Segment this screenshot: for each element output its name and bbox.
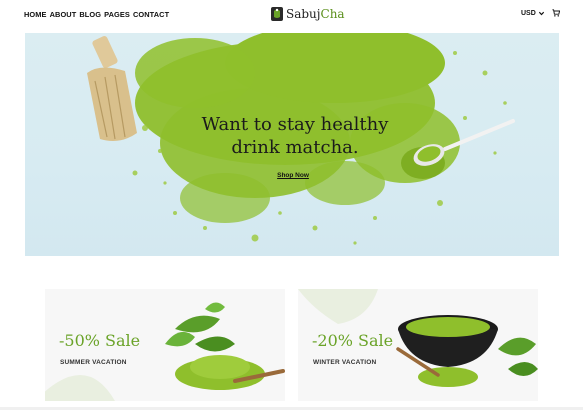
currency-selector[interactable]: USD	[521, 10, 545, 17]
nav-contact[interactable]: CONTACT	[133, 10, 169, 19]
cart-icon[interactable]	[552, 9, 560, 17]
nav-blog[interactable]: BLOG	[79, 10, 101, 19]
logo-text-main: Sabuj	[286, 7, 321, 21]
teapot-logo-icon	[271, 7, 283, 21]
hero-title: Want to stay healthy drink matcha.	[170, 113, 420, 159]
promo-subtitle: SUMMER VACATION	[60, 359, 127, 366]
site-logo[interactable]: SabujCha	[270, 6, 345, 22]
hero-title-line-2: drink matcha.	[231, 137, 359, 158]
nav-pages[interactable]: PAGES	[104, 10, 130, 19]
nav-about[interactable]: ABOUT	[50, 10, 77, 19]
hero-banner: Want to stay healthy drink matcha. Shop …	[25, 33, 559, 256]
main-nav: HOME ABOUT BLOG PAGES CONTACT	[24, 10, 169, 19]
promo-card-summer[interactable]: -50% Sale SUMMER VACATION	[45, 289, 285, 401]
nav-home[interactable]: HOME	[24, 10, 47, 19]
currency-label: USD	[521, 10, 536, 17]
hero-title-line-1: Want to stay healthy	[201, 114, 389, 135]
promo-card-winter[interactable]: -20% Sale WINTER VACATION	[298, 289, 538, 401]
bamboo-whisk-illustration	[87, 36, 137, 141]
chevron-down-icon	[538, 11, 544, 16]
promo-sale-text: -20% Sale	[312, 331, 394, 350]
logo-text: SabujCha	[286, 7, 345, 21]
shop-now-link[interactable]: Shop Now	[263, 172, 323, 179]
site-header: HOME ABOUT BLOG PAGES CONTACT SabujCha U…	[0, 0, 583, 32]
promo-subtitle: WINTER VACATION	[313, 359, 377, 366]
promo-sale-text: -50% Sale	[59, 331, 141, 350]
logo-text-accent: Cha	[320, 7, 345, 21]
